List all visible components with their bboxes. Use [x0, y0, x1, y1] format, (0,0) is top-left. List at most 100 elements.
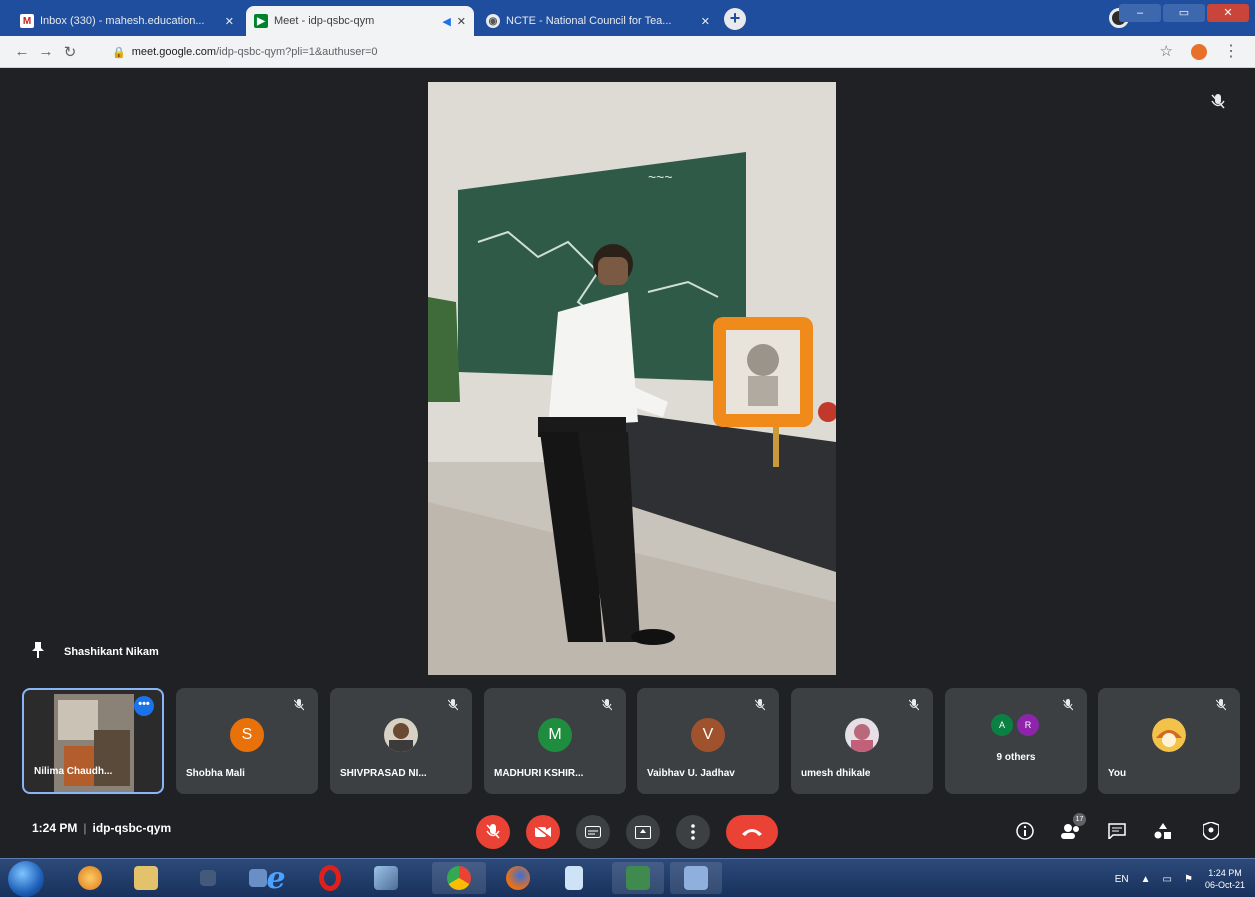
participant-tile[interactable]: ••• Nilima Chaudh... — [22, 688, 164, 794]
video-app-icon — [200, 870, 216, 886]
language-indicator[interactable]: EN — [1115, 874, 1129, 885]
start-button-icon[interactable] — [8, 861, 44, 897]
network-tray-icon[interactable]: ▭ — [1163, 874, 1172, 885]
taskbar-app-ie[interactable]: e — [254, 860, 298, 896]
maximize-button[interactable]: ▭ — [1163, 4, 1205, 22]
close-icon[interactable]: ✕ — [701, 15, 710, 28]
window-controls: – ▭ ✕ — [1119, 4, 1249, 22]
mic-off-icon — [486, 824, 500, 839]
active-speaker-label: Shashikant Nikam — [32, 642, 159, 661]
tab-meet[interactable]: ▶ Meet - idp-qsbc-qym ◀ ✕ — [246, 6, 474, 36]
tab-title: Inbox (330) - mahesh.education... — [40, 15, 205, 27]
internet-explorer-icon: e — [266, 860, 286, 896]
participant-name: Shobha Mali — [186, 768, 245, 779]
host-controls-button[interactable] — [1198, 818, 1224, 844]
camera-toggle-button[interactable] — [526, 815, 560, 849]
taskbar-app-network[interactable] — [364, 862, 408, 894]
taskbar-app-video[interactable] — [186, 862, 230, 894]
chat-button[interactable] — [1104, 818, 1130, 844]
taskbar-app-excel[interactable] — [612, 862, 664, 894]
avatar: M — [538, 718, 572, 752]
close-icon[interactable]: ✕ — [225, 15, 234, 28]
bookmark-star-icon[interactable]: ☆ — [1160, 42, 1173, 60]
extension-icon[interactable] — [1191, 44, 1207, 60]
chrome-icon — [447, 866, 471, 890]
meeting-control-bar: 1:24 PM | idp-qsbc-qym 17 — [0, 802, 1255, 858]
participant-tile[interactable]: SHIVPRASAD NI... — [330, 688, 472, 794]
avatar: R — [1017, 714, 1039, 736]
meeting-code: idp-qsbc-qym — [92, 821, 172, 835]
end-call-button[interactable] — [726, 815, 778, 849]
avatar: S — [230, 718, 264, 752]
taskbar-app-media[interactable] — [68, 862, 112, 894]
video-frame: ~~~ — [428, 82, 836, 675]
taskbar-app-opera[interactable] — [308, 862, 352, 894]
url-field[interactable]: 🔒 meet.google.com /idp-qsbc-qym?pli=1&au… — [112, 41, 1112, 63]
opera-icon — [319, 865, 341, 891]
hang-up-icon — [742, 829, 762, 836]
mic-muted-icon — [1211, 94, 1225, 115]
browser-menu-icon[interactable]: ⋮ — [1223, 41, 1239, 61]
meeting-details-button[interactable] — [1012, 818, 1038, 844]
others-count-label: 9 others — [996, 752, 1036, 763]
tab-title: Meet - idp-qsbc-qym — [274, 15, 375, 27]
back-icon[interactable]: ← — [10, 43, 34, 60]
captions-button[interactable] — [576, 815, 610, 849]
window-close-button[interactable]: ✕ — [1207, 4, 1249, 22]
show-hidden-icons-icon[interactable]: ▲ — [1141, 874, 1151, 885]
url-host: meet.google.com — [131, 46, 217, 58]
clock-date: 06-Oct-21 — [1204, 880, 1245, 890]
mic-toggle-button[interactable] — [476, 815, 510, 849]
taskbar-app-explorer[interactable] — [124, 862, 168, 894]
mic-muted-icon — [447, 698, 459, 716]
people-button[interactable]: 17 — [1058, 813, 1086, 844]
windows-taskbar: e EN ▲ ▭ ⚑ 1:24 PM 06-Oct-21 — [0, 858, 1255, 897]
more-options-icon[interactable]: ••• — [134, 696, 154, 716]
tab-title: NCTE - National Council for Tea... — [506, 15, 672, 27]
main-video-feed[interactable]: ~~~ — [428, 82, 836, 675]
firefox-icon — [506, 866, 530, 890]
activities-button[interactable] — [1150, 818, 1176, 844]
mic-muted-icon — [1062, 698, 1074, 716]
participant-name: umesh dhikale — [801, 768, 871, 779]
mic-muted-icon — [601, 698, 613, 716]
forward-icon[interactable]: → — [34, 43, 58, 60]
avatar: V — [691, 718, 725, 752]
participant-name: Nilima Chaudh... — [34, 766, 113, 777]
minimize-button[interactable]: – — [1119, 4, 1161, 22]
gmail-icon: M — [20, 14, 34, 28]
participant-tile[interactable]: V Vaibhav U. Jadhav — [637, 688, 779, 794]
participant-group-tile[interactable]: A R 9 others — [945, 688, 1087, 794]
mic-muted-icon — [1215, 698, 1227, 716]
taskbar-app-chrome[interactable] — [432, 862, 486, 894]
reload-icon[interactable]: ↻ — [58, 43, 82, 61]
network-icon — [374, 866, 398, 890]
audio-playing-icon[interactable]: ◀ — [442, 15, 450, 28]
taskbar-app-notepad[interactable] — [552, 862, 596, 894]
action-center-flag-icon[interactable]: ⚑ — [1184, 874, 1193, 885]
chat-icon — [1108, 823, 1126, 839]
more-options-button[interactable] — [676, 815, 710, 849]
window-icon — [684, 866, 708, 890]
browser-tab-strip: M Inbox (330) - mahesh.education... ✕ ▶ … — [0, 0, 1255, 36]
tab-gmail[interactable]: M Inbox (330) - mahesh.education... ✕ — [12, 6, 242, 36]
new-tab-button[interactable]: + — [724, 8, 746, 30]
present-now-button[interactable] — [626, 815, 660, 849]
participant-tile[interactable]: M MADHURI KSHIR... — [484, 688, 626, 794]
tab-ncte[interactable]: ◉ NCTE - National Council for Tea... ✕ — [478, 6, 718, 36]
pin-icon[interactable] — [32, 642, 44, 661]
media-player-icon — [78, 866, 102, 890]
folder-icon — [134, 866, 158, 890]
meet-icon: ▶ — [254, 14, 268, 28]
participant-tile[interactable]: umesh dhikale — [791, 688, 933, 794]
system-clock[interactable]: 1:24 PM 06-Oct-21 — [1205, 867, 1245, 891]
taskbar-app-window[interactable] — [670, 862, 722, 894]
meeting-info: 1:24 PM | idp-qsbc-qym — [32, 821, 172, 835]
participant-tile[interactable]: You — [1098, 688, 1240, 794]
close-icon[interactable]: ✕ — [457, 15, 466, 28]
taskbar-app-firefox[interactable] — [496, 862, 540, 894]
avatar-photo — [1152, 718, 1186, 752]
address-bar: ← → ↻ 🔒 meet.google.com /idp-qsbc-qym?pl… — [0, 36, 1255, 68]
participant-tile[interactable]: S Shobha Mali — [176, 688, 318, 794]
more-vert-icon — [691, 824, 695, 840]
